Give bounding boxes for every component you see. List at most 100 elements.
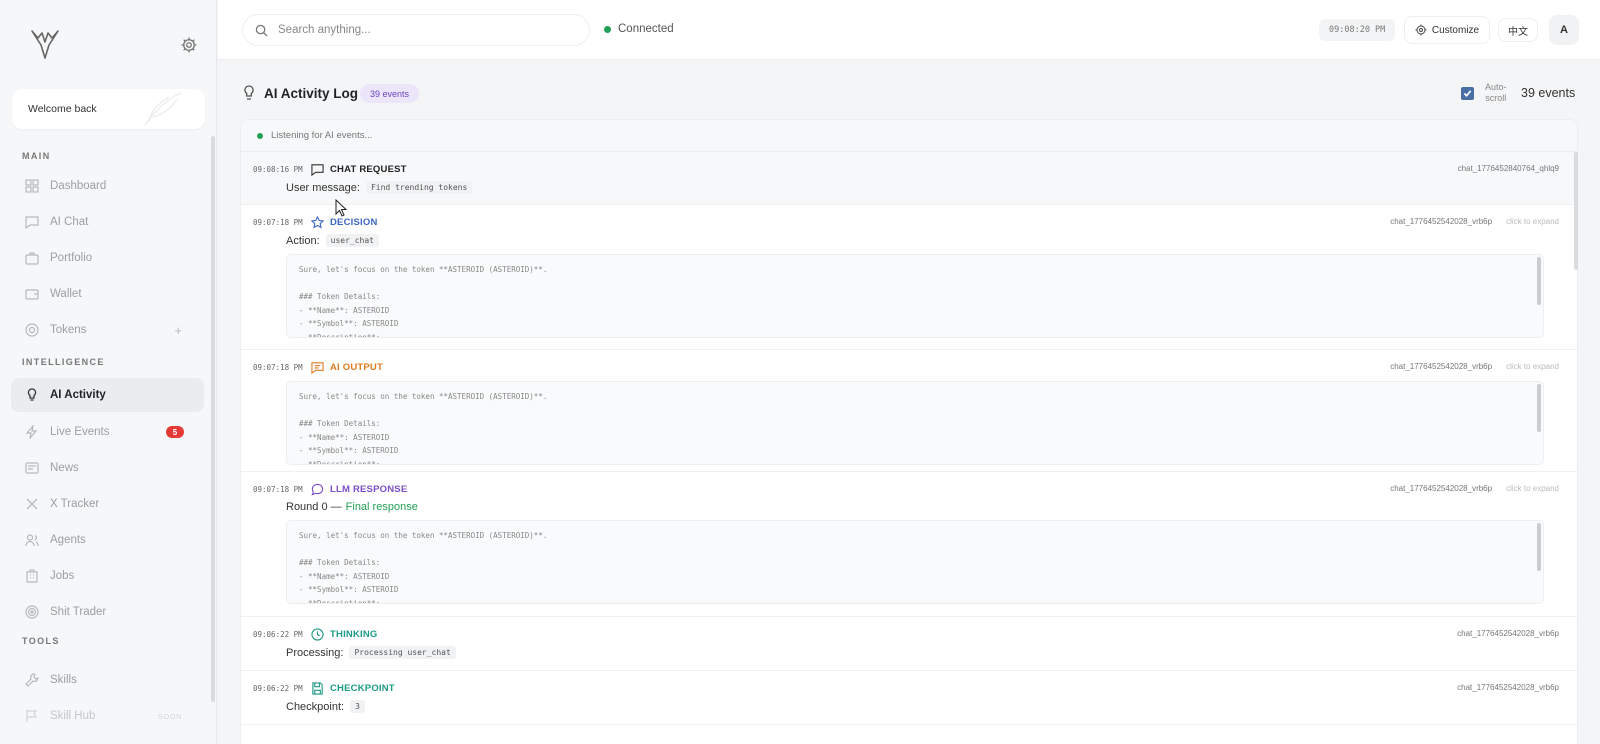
event-value-chip: 3: [350, 700, 365, 713]
flag-icon: [26, 710, 38, 722]
customize-label: Customize: [1431, 24, 1480, 36]
event-row-chat-request[interactable]: 09:08:16 PM CHAT REQUEST chat_1776452840…: [241, 152, 1577, 205]
event-meta: chat_1776452542028_vrb6p click to expand: [1390, 362, 1559, 371]
sidebar-item-live-events[interactable]: Live Events 5: [11, 415, 204, 449]
event-id: chat_1776452542028_vrb6p: [1390, 217, 1493, 226]
search-input[interactable]: [278, 24, 568, 36]
sidebar-item-news[interactable]: News: [11, 451, 204, 485]
section-intelligence: INTELLIGENCE: [22, 357, 105, 367]
target-icon: [25, 605, 39, 619]
coin-icon: [25, 323, 39, 337]
autoscroll-label-line2: scroll: [1485, 93, 1507, 103]
event-meta: chat_1776452840764_qhlq9: [1458, 164, 1559, 173]
event-type: CHECKPOINT: [330, 682, 395, 694]
add-token-button[interactable]: +: [174, 323, 182, 338]
sidebar-item-label: Dashboard: [50, 180, 107, 192]
expand-hint[interactable]: click to expand: [1506, 217, 1559, 226]
customize-button[interactable]: Customize: [1404, 16, 1490, 44]
code-scrollbar[interactable]: [1537, 257, 1541, 305]
code-text: Sure, let's focus on the token **ASTEROI…: [299, 531, 548, 604]
event-value-chip: user_chat: [325, 234, 379, 247]
sidebar-item-ai-activity[interactable]: AI Activity: [11, 378, 204, 412]
expand-hint[interactable]: click to expand: [1506, 362, 1559, 371]
message-square-icon: [311, 361, 324, 374]
final-response-label: Final response: [345, 501, 418, 513]
event-type: THINKING: [330, 628, 378, 640]
code-scrollbar[interactable]: [1537, 384, 1541, 432]
sidebar-item-agents[interactable]: Agents: [11, 523, 204, 557]
connection-status-text: Connected: [618, 23, 674, 35]
lightbulb-icon: [27, 388, 37, 401]
search-icon: [255, 24, 268, 37]
sidebar-item-shit-trader[interactable]: Shit Trader: [11, 595, 204, 629]
wings-logo-icon[interactable]: [28, 27, 62, 61]
topbar: Connected 09:08:20 PM Customize 中文 A: [218, 0, 1600, 60]
sidebar-item-label: Portfolio: [50, 252, 93, 264]
building-icon: [26, 569, 38, 583]
speech-bubble-icon: [311, 483, 324, 496]
check-icon: [1463, 90, 1472, 97]
activity-log-panel: Listening for AI events... 09:08:16 PM C…: [240, 119, 1578, 744]
event-row-ai-output[interactable]: 09:07:18 PM AI OUTPUT chat_1776452542028…: [241, 350, 1577, 472]
autoscroll-checkbox[interactable]: [1461, 87, 1474, 100]
gear-icon[interactable]: [180, 36, 198, 54]
event-row-thinking[interactable]: 09:06:22 PM THINKING chat_1776452542028_…: [241, 617, 1577, 671]
activity-log-header: AI Activity Log 39 events Auto- scroll 3…: [240, 80, 1580, 108]
notification-badge: 5: [166, 426, 184, 438]
event-value-chip: Processing user_chat: [349, 646, 456, 659]
sidebar-item-skills[interactable]: Skills: [11, 663, 204, 697]
sidebar-item-tokens[interactable]: Tokens +: [11, 313, 204, 347]
event-type: AI OUTPUT: [330, 361, 383, 373]
event-type: LLM RESPONSE: [330, 483, 408, 495]
users-icon: [25, 534, 39, 547]
welcome-text: Welcome back: [28, 103, 97, 115]
grid-icon: [25, 179, 39, 193]
sidebar-item-label: Live Events: [50, 426, 110, 438]
sidebar-item-skill-hub[interactable]: Skill Hub SOON: [11, 699, 204, 733]
avatar[interactable]: A: [1549, 15, 1579, 45]
event-id: chat_1776452840764_qhlq9: [1457, 164, 1559, 173]
welcome-card: Welcome back: [12, 89, 205, 129]
language-toggle-button[interactable]: 中文: [1498, 18, 1538, 42]
chat-bubble-icon: [25, 216, 39, 229]
section-main: MAIN: [22, 151, 51, 161]
event-code-block[interactable]: Sure, let's focus on the token **ASTEROI…: [286, 254, 1544, 338]
event-meta: chat_1776452542028_vrb6p click to expand: [1390, 217, 1559, 226]
sidebar-item-label: AI Activity: [50, 389, 106, 401]
sidebar-item-x-tracker[interactable]: X Tracker: [11, 487, 204, 521]
sidebar-item-label: Agents: [50, 534, 86, 546]
event-id: chat_1776452542028_vrb6p: [1390, 362, 1493, 371]
search-box[interactable]: [242, 14, 590, 46]
event-total: 39 events: [1521, 86, 1576, 100]
sidebar-item-jobs[interactable]: Jobs: [11, 559, 204, 593]
event-row-checkpoint[interactable]: 09:06:22 PM CHECKPOINT chat_177645254202…: [241, 671, 1577, 725]
event-code-block[interactable]: Sure, let's focus on the token **ASTEROI…: [286, 381, 1544, 465]
star-icon: [311, 215, 324, 228]
listening-banner: Listening for AI events...: [241, 120, 1577, 152]
listening-text: Listening for AI events...: [271, 130, 373, 141]
event-row-llm-response[interactable]: 09:07:18 PM LLM RESPONSE chat_1776452542…: [241, 472, 1577, 617]
sidebar-item-dashboard[interactable]: Dashboard: [11, 169, 204, 203]
sidebar-item-wallet[interactable]: Wallet: [11, 277, 204, 311]
status-dot-icon: [604, 25, 611, 33]
connection-status: Connected: [604, 23, 674, 35]
event-id: chat_1776452542028_vrb6p: [1390, 484, 1493, 493]
expand-hint[interactable]: click to expand: [1506, 484, 1559, 493]
event-value-chip: Find trending tokens: [365, 181, 473, 194]
sidebar-item-label: X Tracker: [50, 498, 100, 510]
page-title: AI Activity Log: [264, 86, 359, 101]
sidebar-item-ai-chat[interactable]: AI Chat: [11, 205, 204, 239]
sidebar-item-label: Jobs: [50, 570, 75, 582]
event-time: 09:06:22 PM: [253, 629, 303, 639]
sidebar-item-portfolio[interactable]: Portfolio: [11, 241, 204, 275]
sidebar-item-label: AI Chat: [50, 216, 89, 228]
sidebar-item-label: News: [50, 462, 79, 474]
event-time: 09:07:18 PM: [253, 362, 303, 372]
sidebar-item-label: Skills: [50, 674, 77, 686]
event-row-decision[interactable]: 09:07:18 PM DECISION chat_1776452542028_…: [241, 205, 1577, 350]
code-scrollbar[interactable]: [1537, 523, 1541, 571]
status-dot-icon: [257, 132, 263, 139]
main-scrollbar[interactable]: [1574, 152, 1578, 270]
event-code-block[interactable]: Sure, let's focus on the token **ASTEROI…: [286, 520, 1544, 604]
sidebar-scrollbar[interactable]: [211, 136, 215, 702]
